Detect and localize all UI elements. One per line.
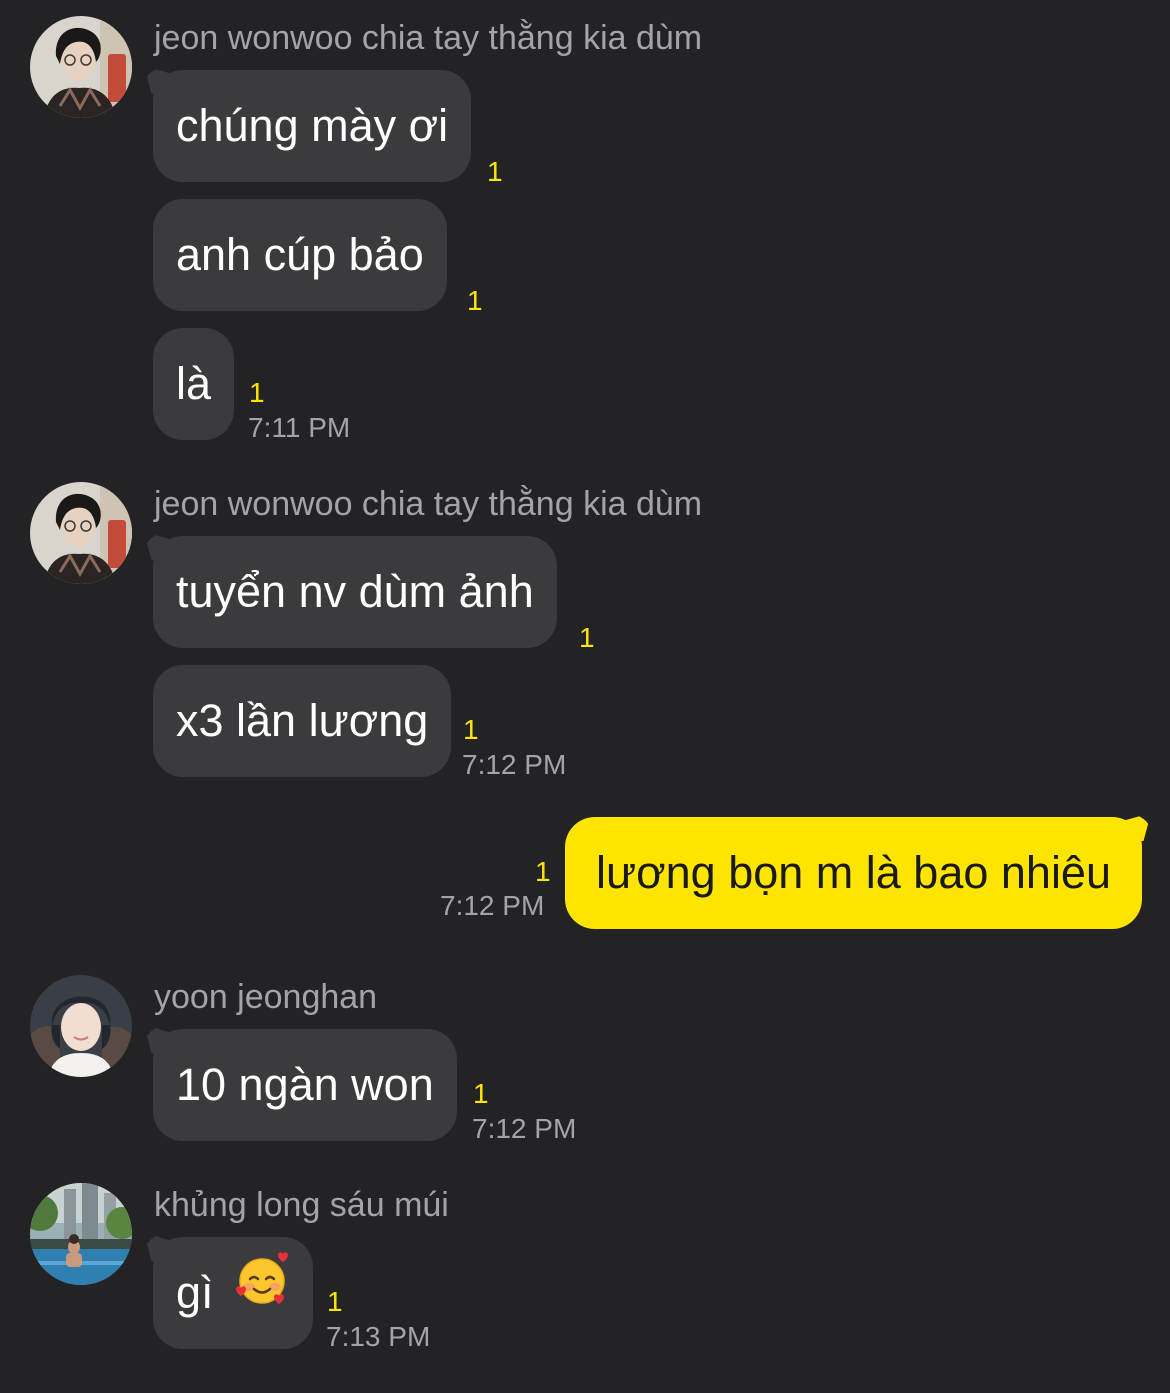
unread-count: 1 [535, 856, 551, 887]
message-text: là [176, 358, 212, 409]
sender-name: jeon wonwoo chia tay thằng kia dùm [154, 19, 703, 57]
message-bubble[interactable]: là [153, 328, 235, 440]
unread-count: 1 [487, 156, 503, 187]
profile-photo-pool-icon [30, 1183, 132, 1285]
message-text: 10 ngàn won [176, 1059, 434, 1110]
unread-count: 1 [249, 377, 265, 408]
sender-name: jeon wonwoo chia tay thằng kia dùm [154, 485, 703, 523]
message-text: lương bọn m là bao nhiêu [596, 847, 1111, 898]
message-text: x3 lần lương [176, 695, 429, 746]
my-message-bubble[interactable]: lương bọn m là bao nhiêu [565, 817, 1142, 929]
message-text: gì [176, 1267, 214, 1318]
message-text: anh cúp bảo [176, 229, 424, 280]
message-time: 7:11 PM [248, 412, 351, 443]
message-time: 7:12 PM [462, 749, 567, 780]
message-text: chúng mày ơi [176, 100, 449, 151]
profile-photo-jeonghan-icon [30, 975, 132, 1077]
unread-count: 1 [467, 285, 483, 316]
profile-photo-wonwoo-icon [30, 16, 132, 118]
message-bubble[interactable]: 10 ngàn won [153, 1029, 457, 1141]
message-bubble[interactable]: gì [153, 1236, 314, 1349]
unread-count: 1 [579, 622, 595, 653]
unread-count: 1 [327, 1286, 343, 1317]
unread-count: 1 [473, 1078, 489, 1109]
sender-avatar[interactable] [30, 975, 132, 1077]
sender-avatar[interactable] [30, 482, 132, 584]
sender-name: khủng long sáu múi [154, 1186, 449, 1224]
message-time: 7:12 PM [440, 890, 545, 921]
sender-name: yoon jeonghan [154, 978, 378, 1016]
message-text: tuyển nv dùm ảnh [176, 566, 534, 617]
message-bubble[interactable]: x3 lần lương [153, 665, 452, 777]
message-bubble[interactable]: tuyển nv dùm ảnh [153, 536, 557, 648]
message-time: 7:13 PM [326, 1321, 431, 1352]
message-bubble[interactable]: anh cúp bảo [153, 199, 447, 311]
profile-photo-wonwoo-icon [30, 482, 132, 584]
chat-room[interactable]: jeon wonwoo chia tay thằng kia dùm chúng… [0, 0, 1170, 1393]
unread-count: 1 [463, 714, 479, 745]
sender-avatar[interactable] [30, 1183, 132, 1285]
sender-avatar[interactable] [30, 16, 132, 118]
message-time: 7:12 PM [472, 1113, 577, 1144]
smiling-face-with-hearts-emoji [234, 1236, 290, 1348]
message-bubble[interactable]: chúng mày ơi [153, 70, 472, 182]
